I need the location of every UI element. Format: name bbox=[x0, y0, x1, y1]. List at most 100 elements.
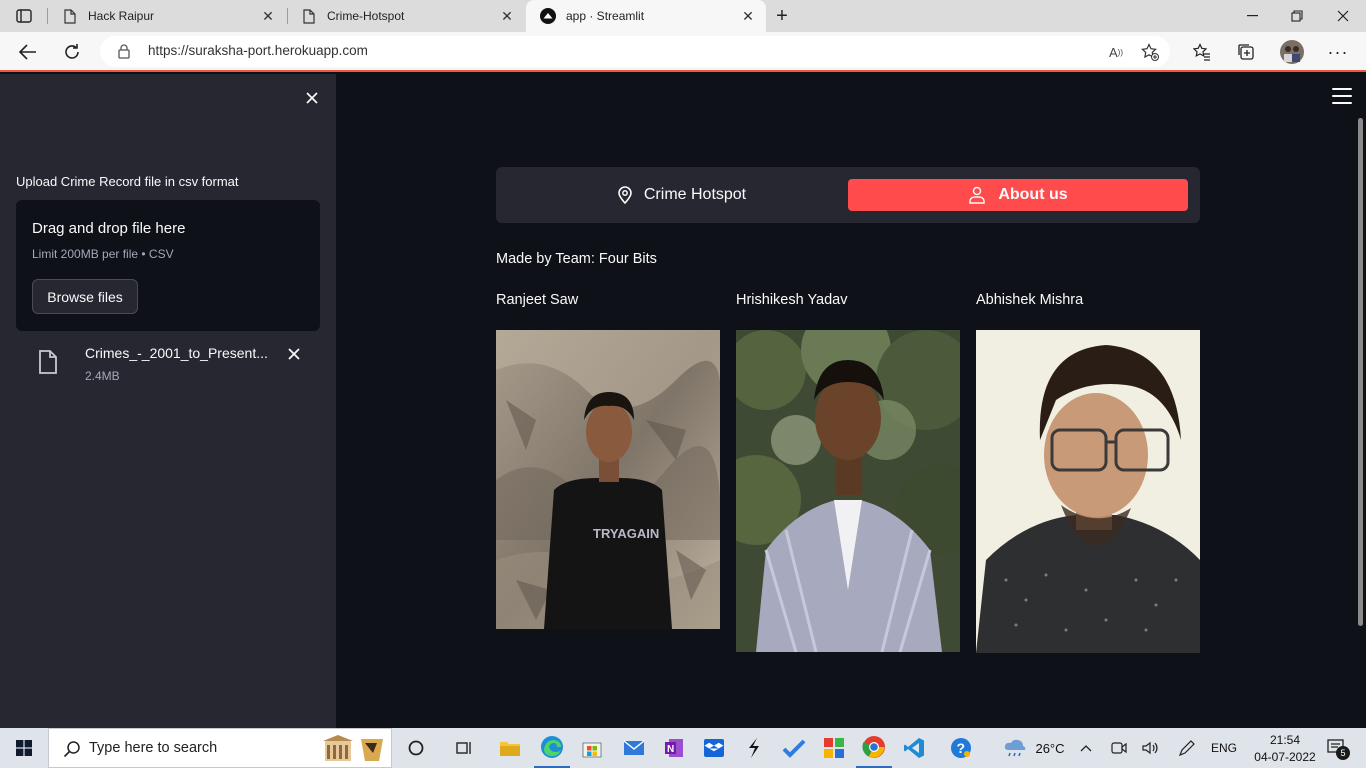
avatar bbox=[1280, 40, 1304, 64]
clock-date: 04-07-2022 bbox=[1254, 749, 1316, 764]
clock[interactable]: 21:54 04-07-2022 bbox=[1250, 728, 1320, 768]
mail-icon bbox=[623, 740, 645, 755]
restore-button[interactable] bbox=[1274, 0, 1320, 32]
refresh-button[interactable] bbox=[58, 38, 86, 66]
close-window-button[interactable] bbox=[1320, 0, 1366, 32]
onenote-button[interactable]: N bbox=[658, 728, 690, 768]
refresh-icon bbox=[65, 44, 79, 59]
help-button[interactable]: ? bbox=[946, 728, 976, 768]
back-button[interactable] bbox=[14, 38, 42, 66]
tab-crime-hotspot[interactable]: Crime-Hotspot ✕ bbox=[287, 0, 525, 32]
member-photo-ranjeet: TRYAGAIN bbox=[496, 330, 720, 629]
camera-icon bbox=[1111, 742, 1127, 754]
lock-icon[interactable] bbox=[118, 44, 130, 64]
notifications-button[interactable]: 5 bbox=[1322, 728, 1352, 768]
settings-menu-button[interactable]: ··· bbox=[1324, 38, 1352, 66]
speaker-icon bbox=[1142, 741, 1158, 755]
collections-icon bbox=[1238, 44, 1254, 60]
close-icon bbox=[306, 92, 318, 104]
remove-file-button[interactable] bbox=[286, 346, 302, 362]
close-sidebar-button[interactable] bbox=[302, 88, 322, 108]
minimize-button[interactable] bbox=[1229, 0, 1275, 32]
location-pin-icon bbox=[618, 186, 632, 204]
language-label: ENG bbox=[1210, 741, 1237, 755]
tab-hack-raipur[interactable]: Hack Raipur ✕ bbox=[48, 0, 286, 32]
url-text[interactable]: https://suraksha-port.herokuapp.com bbox=[148, 43, 368, 58]
dropbox-button[interactable] bbox=[698, 728, 730, 768]
collections-button[interactable] bbox=[1232, 38, 1260, 66]
file-dropzone[interactable]: Drag and drop file here Limit 200MB per … bbox=[16, 200, 320, 331]
nav-about-us[interactable]: About us bbox=[848, 179, 1188, 211]
file-size: 2.4MB bbox=[85, 369, 120, 383]
nav-label: About us bbox=[998, 186, 1068, 203]
chevron-up-icon bbox=[1080, 745, 1092, 752]
meet-now-button[interactable] bbox=[1108, 728, 1130, 768]
file-explorer-button[interactable] bbox=[494, 728, 526, 768]
browse-files-button[interactable]: Browse files bbox=[32, 279, 138, 314]
scrollbar[interactable] bbox=[1358, 118, 1363, 626]
volume-button[interactable] bbox=[1140, 728, 1162, 768]
task-view-button[interactable] bbox=[448, 728, 480, 768]
todo-button[interactable] bbox=[778, 728, 810, 768]
language-indicator[interactable]: ENG bbox=[1206, 728, 1242, 768]
folder-icon bbox=[500, 742, 520, 756]
weather-widget[interactable]: 26°C bbox=[996, 728, 1072, 768]
tab-title: Hack Raipur bbox=[88, 9, 155, 23]
onenote-icon: N bbox=[665, 739, 683, 757]
task-view-icon bbox=[456, 742, 471, 754]
cortana-icon bbox=[408, 740, 424, 756]
user-icon bbox=[969, 186, 986, 204]
taskbar: Type here to search N ? 26°C ENG 21:54 0… bbox=[0, 728, 1366, 768]
search-icon bbox=[63, 741, 80, 758]
taskbar-search[interactable]: Type here to search bbox=[48, 728, 392, 768]
cortana-button[interactable] bbox=[400, 728, 432, 768]
favorites-icon bbox=[1193, 43, 1210, 61]
close-tab-icon[interactable]: ✕ bbox=[499, 8, 515, 24]
dropbox-icon bbox=[704, 739, 724, 757]
tray-overflow-button[interactable] bbox=[1076, 728, 1096, 768]
pen-icon bbox=[1178, 740, 1195, 757]
shirt-print: TRYAGAIN bbox=[593, 526, 659, 541]
member-photo-abhishek bbox=[976, 330, 1200, 653]
close-icon bbox=[288, 348, 300, 360]
nav-label: Crime Hotspot bbox=[643, 186, 747, 203]
member-name: Abhishek Mishra bbox=[976, 292, 1084, 308]
clock-time: 21:54 bbox=[1269, 732, 1301, 747]
address-bar[interactable]: https://suraksha-port.herokuapp.com A)) bbox=[100, 36, 1170, 67]
member-photo-hrishikesh bbox=[736, 330, 960, 652]
page-icon bbox=[62, 8, 78, 24]
pen-button[interactable] bbox=[1176, 728, 1198, 768]
close-tab-icon[interactable]: ✕ bbox=[260, 8, 276, 24]
start-button[interactable] bbox=[0, 728, 48, 768]
favorites-button[interactable] bbox=[1188, 38, 1216, 66]
read-aloud-icon[interactable]: A)) bbox=[1106, 42, 1126, 62]
new-tab-button[interactable]: + bbox=[770, 4, 794, 28]
option-menu: Crime Hotspot About us bbox=[496, 167, 1200, 223]
app-grid-button[interactable] bbox=[818, 728, 850, 768]
file-name: Crimes_-_2001_to_Present... bbox=[85, 345, 268, 361]
dropzone-limit: Limit 200MB per file • CSV bbox=[32, 247, 174, 261]
chrome-button[interactable] bbox=[856, 728, 892, 768]
app-s-button[interactable] bbox=[738, 728, 770, 768]
edge-button[interactable] bbox=[534, 728, 570, 768]
vscode-icon bbox=[904, 738, 924, 758]
mail-button[interactable] bbox=[618, 728, 650, 768]
tab-streamlit-app[interactable]: app · Streamlit ✕ bbox=[526, 0, 766, 32]
page-icon bbox=[301, 8, 317, 24]
member-name: Hrishikesh Yadav bbox=[736, 292, 848, 308]
lightning-s-icon bbox=[749, 738, 759, 758]
profile-button[interactable] bbox=[1278, 38, 1306, 66]
nav-crime-hotspot[interactable]: Crime Hotspot bbox=[512, 179, 852, 211]
back-arrow-icon bbox=[19, 44, 36, 60]
hamburger-menu-icon[interactable] bbox=[1332, 88, 1352, 104]
vscode-button[interactable] bbox=[898, 728, 930, 768]
close-tab-icon[interactable]: ✕ bbox=[740, 8, 756, 24]
store-button[interactable] bbox=[576, 728, 608, 768]
cloud-rain-icon bbox=[1005, 739, 1026, 757]
notification-count-badge: 5 bbox=[1336, 746, 1350, 760]
add-favorite-icon[interactable] bbox=[1140, 42, 1160, 62]
tab-title: Crime-Hotspot bbox=[327, 9, 405, 23]
restore-icon bbox=[1291, 10, 1303, 22]
tab-actions-button[interactable] bbox=[8, 4, 40, 28]
minimize-icon bbox=[1246, 15, 1258, 17]
